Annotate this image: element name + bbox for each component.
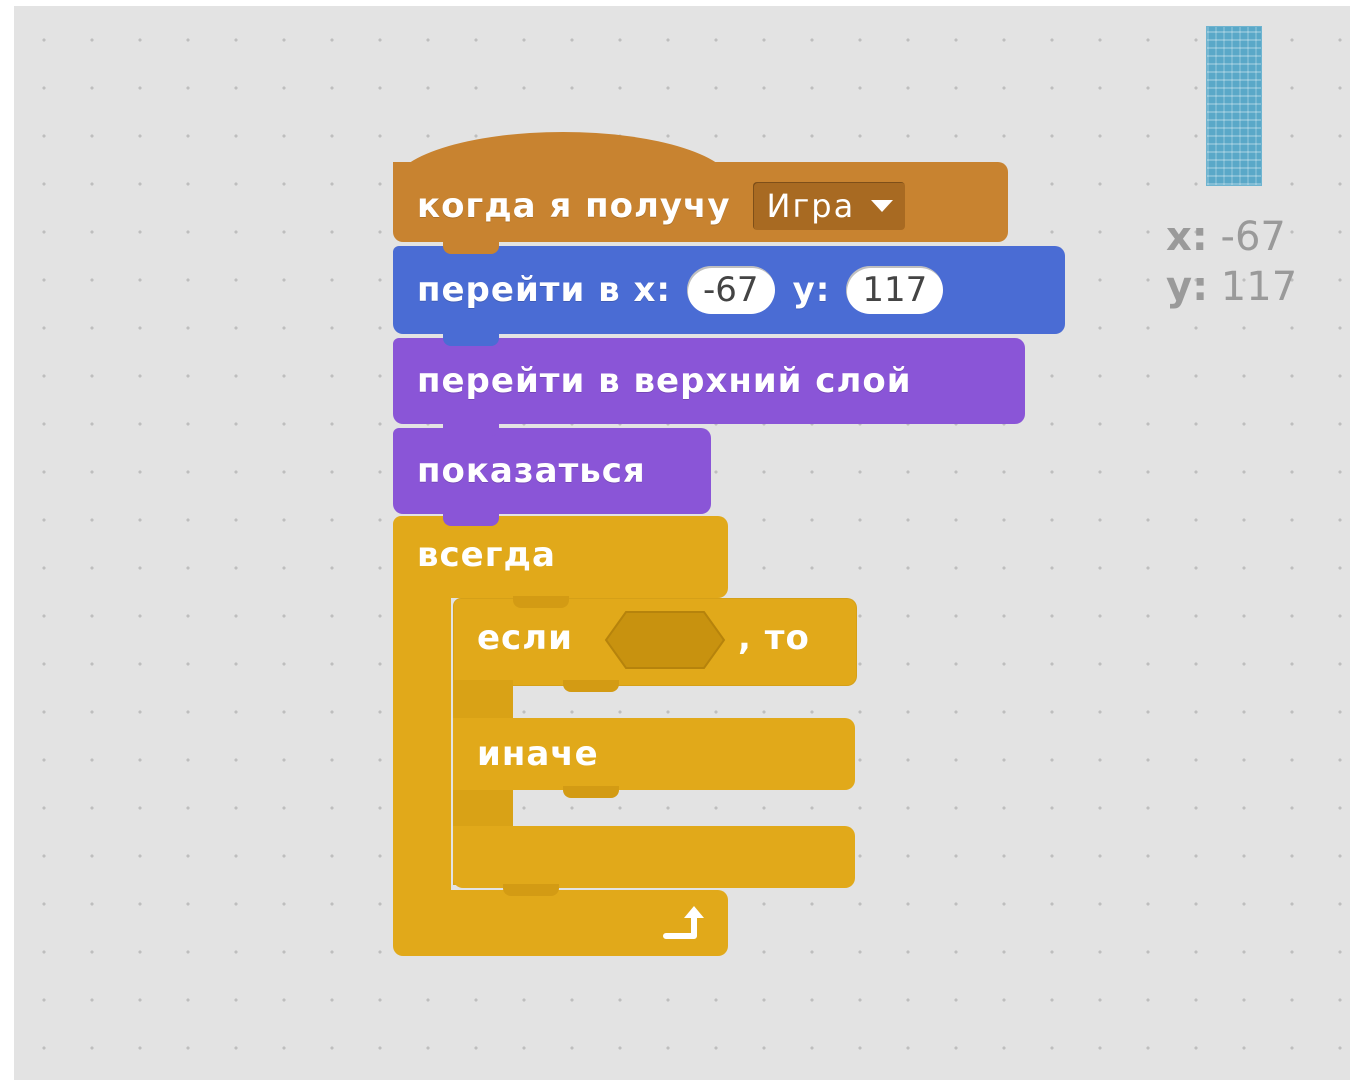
if-else-block-bottom[interactable] — [453, 826, 855, 888]
block-notch — [503, 884, 559, 896]
block-notch — [443, 242, 499, 254]
sprite-y-readout: y: 117 — [1166, 264, 1297, 310]
y-key: y: — [1166, 264, 1209, 310]
go-to-x-label: перейти в x: — [417, 270, 672, 310]
forever-block-arm — [393, 590, 451, 900]
go-to-front-layer-label: перейти в верхний слой — [417, 361, 912, 401]
sprite-x-readout: x: -67 — [1166, 214, 1286, 260]
loop-arrow-icon — [663, 906, 704, 939]
block-notch — [443, 514, 499, 526]
block-notch — [563, 786, 619, 798]
show-label: показаться — [417, 451, 646, 491]
show-block[interactable]: показаться — [393, 428, 711, 514]
block-notch — [513, 596, 569, 608]
message-dropdown[interactable]: Игра — [752, 182, 906, 230]
y-label: y: — [792, 270, 831, 310]
caret-down-icon — [871, 200, 894, 212]
x-input[interactable]: -67 — [687, 266, 775, 314]
go-to-front-layer-block[interactable]: перейти в верхний слой — [393, 338, 1025, 424]
block-notch — [443, 334, 499, 346]
if-label: если — [477, 618, 573, 658]
sprite-thumbnail — [1206, 26, 1262, 186]
block-notch — [443, 424, 499, 436]
else-label: иначе — [477, 734, 599, 774]
go-to-xy-block[interactable]: перейти в x: -67 y: 117 — [393, 246, 1065, 334]
x-value: -67 — [1220, 214, 1286, 260]
when-i-receive-label: когда я получу — [417, 186, 731, 226]
y-input[interactable]: 117 — [846, 266, 944, 314]
block-notch — [563, 680, 619, 692]
x-key: x: — [1166, 214, 1208, 260]
condition-slot[interactable] — [604, 610, 726, 670]
message-value: Игра — [766, 187, 856, 225]
forever-label: всегда — [417, 535, 556, 575]
when-i-receive-block[interactable]: когда я получу Игра — [393, 162, 1008, 242]
then-label: , то — [738, 618, 810, 658]
y-value: 117 — [1220, 264, 1298, 310]
